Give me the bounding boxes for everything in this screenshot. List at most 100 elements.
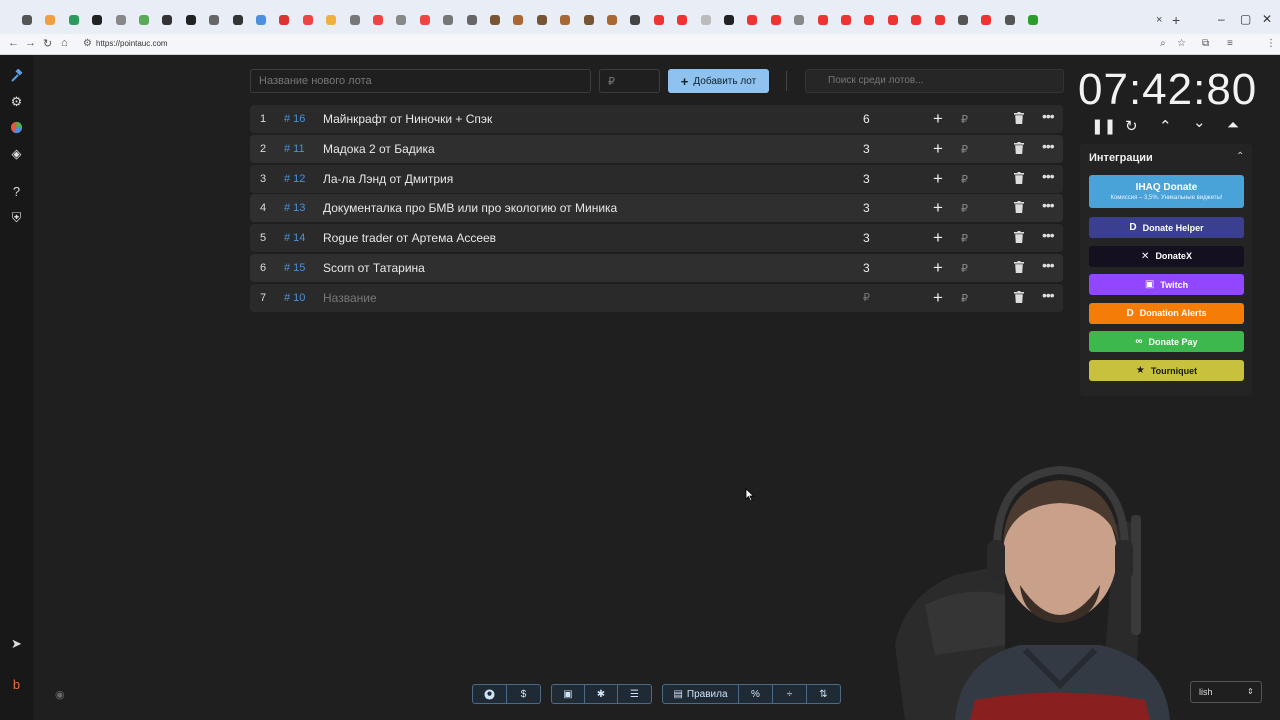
new-lot-name-input[interactable]: Название нового лота [250, 69, 591, 93]
back-icon[interactable]: ← [8, 37, 19, 49]
trash-icon[interactable] [1014, 261, 1024, 273]
lot-amount-field[interactable]: 3 [863, 142, 870, 156]
browser-tab[interactable] [45, 15, 56, 25]
lot-name-field[interactable]: Ла-ла Лэнд от Дмитрия [323, 172, 453, 186]
browser-tab[interactable] [607, 15, 617, 25]
sort-icon[interactable]: ⇅ [807, 685, 840, 703]
telegram-icon[interactable]: ➤ [8, 635, 25, 652]
clear-list-icon[interactable]: ☰ [618, 685, 651, 703]
ruble-icon[interactable]: ₽ [961, 292, 968, 305]
more-options-icon[interactable]: ••• [1042, 138, 1055, 154]
browser-tab[interactable] [770, 15, 781, 25]
tab-close-icon[interactable]: × [1156, 14, 1162, 26]
add-amount-icon[interactable]: + [933, 109, 943, 129]
browser-tab[interactable] [794, 15, 805, 25]
lot-amount-field[interactable]: ₽ [863, 291, 870, 304]
ruble-icon[interactable]: ₽ [961, 113, 968, 126]
integration-button-twitch[interactable]: ▣ Twitch [1089, 274, 1244, 296]
lot-name-field[interactable]: Майнкрафт от Ниночки + Спэк [323, 112, 492, 126]
rules-button[interactable]: ▤ Правила [663, 685, 739, 703]
browser-tab[interactable] [958, 15, 968, 25]
browser-tab[interactable] [513, 15, 524, 25]
add-amount-icon[interactable]: + [933, 258, 943, 278]
new-lot-amount-input[interactable]: ₽ [599, 69, 660, 93]
chevron-down-icon[interactable]: ⌄ [1193, 113, 1206, 131]
browser-tab[interactable] [209, 15, 220, 25]
browser-tab[interactable] [700, 15, 711, 25]
gear-icon[interactable]: ⚙ [8, 93, 25, 110]
more-options-icon[interactable]: ••• [1042, 108, 1055, 124]
trash-icon[interactable] [1014, 171, 1024, 184]
browser-tab[interactable] [232, 15, 243, 25]
lot-name-field[interactable]: Мадока 2 от Бадика [323, 142, 435, 156]
browser-tab[interactable] [302, 15, 313, 25]
forward-icon[interactable]: → [25, 37, 36, 49]
browser-tab[interactable] [536, 15, 547, 25]
browser-tab[interactable] [724, 15, 734, 25]
browser-menu-icon[interactable]: ⋮ [1266, 38, 1276, 49]
browser-tab[interactable] [583, 15, 594, 25]
browser-tab[interactable] [1004, 15, 1015, 25]
browser-tab[interactable] [443, 15, 454, 25]
more-options-icon[interactable]: ••• [1042, 197, 1055, 213]
help-icon[interactable]: ? [8, 183, 25, 200]
add-amount-icon[interactable]: + [933, 228, 943, 248]
browser-tab[interactable] [864, 15, 875, 25]
window-close-icon[interactable]: ✕ [1262, 12, 1272, 26]
browser-tab[interactable] [139, 15, 149, 25]
browser-tab[interactable] [817, 15, 828, 25]
restart-icon[interactable]: ↻ [1125, 117, 1138, 135]
ruble-icon[interactable]: ₽ [961, 202, 968, 215]
lot-name-field[interactable]: Документалка про БМВ или про экологию от… [323, 201, 617, 215]
browser-tab[interactable] [981, 15, 992, 25]
split-icon[interactable]: ÷ [773, 685, 807, 703]
trash-icon[interactable] [1014, 201, 1024, 214]
eye-icon[interactable]: ◉ [55, 688, 65, 701]
minimize-icon[interactable]: – [1218, 12, 1225, 26]
browser-tab[interactable] [256, 15, 266, 25]
trash-icon[interactable] [1014, 231, 1024, 244]
browser-tab[interactable] [466, 15, 477, 25]
more-options-icon[interactable]: ••• [1042, 227, 1055, 243]
lot-search-input[interactable]: Поиск среди лотов... [805, 69, 1064, 93]
browser-tab[interactable] [887, 15, 898, 25]
lot-amount-field[interactable]: 6 [863, 112, 870, 126]
ruble-icon[interactable]: ₽ [961, 143, 968, 156]
lot-amount-field[interactable]: 3 [863, 261, 870, 275]
browser-tab[interactable] [92, 15, 103, 25]
integration-button-donation-alerts[interactable]: D Donation Alerts [1089, 302, 1244, 324]
lot-amount-field[interactable]: 3 [863, 231, 870, 245]
hammer-icon[interactable] [8, 67, 25, 84]
browser-tab[interactable] [396, 15, 407, 25]
browser-tab[interactable] [490, 15, 500, 25]
double-chevron-up-icon[interactable]: ⏶ [1227, 117, 1239, 134]
home-icon[interactable]: ⌂ [61, 37, 68, 49]
integration-button-donatex[interactable]: ✕ DonateX [1089, 245, 1244, 267]
site-info-icon[interactable]: ⚙ [83, 38, 92, 49]
lot-name-field[interactable]: Название [323, 291, 377, 305]
bookmark-star-icon[interactable]: ☆ [1177, 38, 1186, 49]
more-options-icon[interactable]: ••• [1042, 257, 1055, 273]
browser-tab[interactable] [419, 15, 430, 25]
integration-button-donate-pay[interactable]: ∞ Donate Pay [1089, 331, 1244, 353]
github-icon[interactable] [473, 685, 507, 703]
browser-tab[interactable] [934, 15, 945, 25]
browser-tab[interactable] [185, 15, 196, 25]
browser-tab[interactable] [349, 15, 360, 25]
browser-tab[interactable] [279, 15, 290, 25]
lot-amount-field[interactable]: 3 [863, 172, 870, 186]
browser-tab[interactable] [22, 15, 32, 25]
browser-tab[interactable] [653, 15, 664, 25]
lot-name-field[interactable]: Scorn от Татарина [323, 261, 425, 275]
layers-icon[interactable]: ◈ [8, 145, 25, 162]
extensions-icon[interactable]: ⧉ [1202, 38, 1209, 49]
boosty-icon[interactable]: b [8, 676, 25, 693]
sidebar-icon[interactable]: ≡ [1227, 38, 1233, 49]
pie-chart-icon[interactable] [8, 119, 25, 136]
browser-tab[interactable] [560, 15, 571, 25]
reload-icon[interactable]: ↻ [43, 37, 52, 50]
maximize-icon[interactable]: ▢ [1240, 12, 1251, 26]
trash-icon[interactable] [1014, 112, 1024, 124]
ihaq-donate-button[interactable]: IHAQ Donate Комиссия – 3,5%. Уникальные … [1089, 175, 1244, 208]
trash-icon[interactable] [1014, 290, 1024, 303]
